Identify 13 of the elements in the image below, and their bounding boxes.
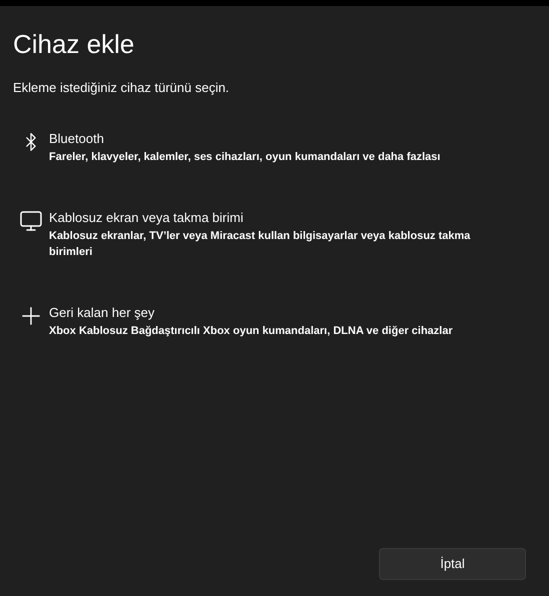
monitor-icon — [19, 208, 43, 232]
option-description: Kablosuz ekranlar, TV’ler veya Miracast kullan bilgisayarlar veya kablosuz takma birimleri — [49, 228, 472, 260]
option-title: Kablosuz ekran veya takma birimi — [49, 208, 244, 226]
option-description: Xbox Kablosuz Bağdaştırıcılı Xbox oyun kumandaları, DLNA ve diğer cihazlar — [49, 324, 453, 338]
option-description: Fareler, klavyeler, kalemler, ses cihazları, oyun kumandaları ve daha fazlası — [49, 150, 440, 164]
device-type-option[interactable]: Kablosuz ekran veya takma birimi Kablosuz ekranlar, TV’ler veya Miracast kullan bilgisayarlar veya kablosuz takma birimleri — [13, 206, 536, 262]
option-title: Geri kalan her şey — [49, 304, 156, 322]
option-title: Bluetooth — [49, 130, 105, 148]
device-type-option[interactable]: Geri kalan her şey Xbox Kablosuz Bağdaştırıcılı Xbox oyun kumandaları, DLNA ve diğer cihazlar — [13, 302, 536, 340]
window-title: Cihaz ekle — [13, 28, 134, 60]
subtitle: Ekleme istediğiniz cihaz türünü seçin. — [13, 79, 230, 97]
cancel-button[interactable]: İptal — [379, 548, 526, 580]
device-type-option[interactable]: Bluetooth Fareler, klavyeler, kalemler, ses cihazları, oyun kumandaları ve daha fazlası — [13, 128, 536, 166]
